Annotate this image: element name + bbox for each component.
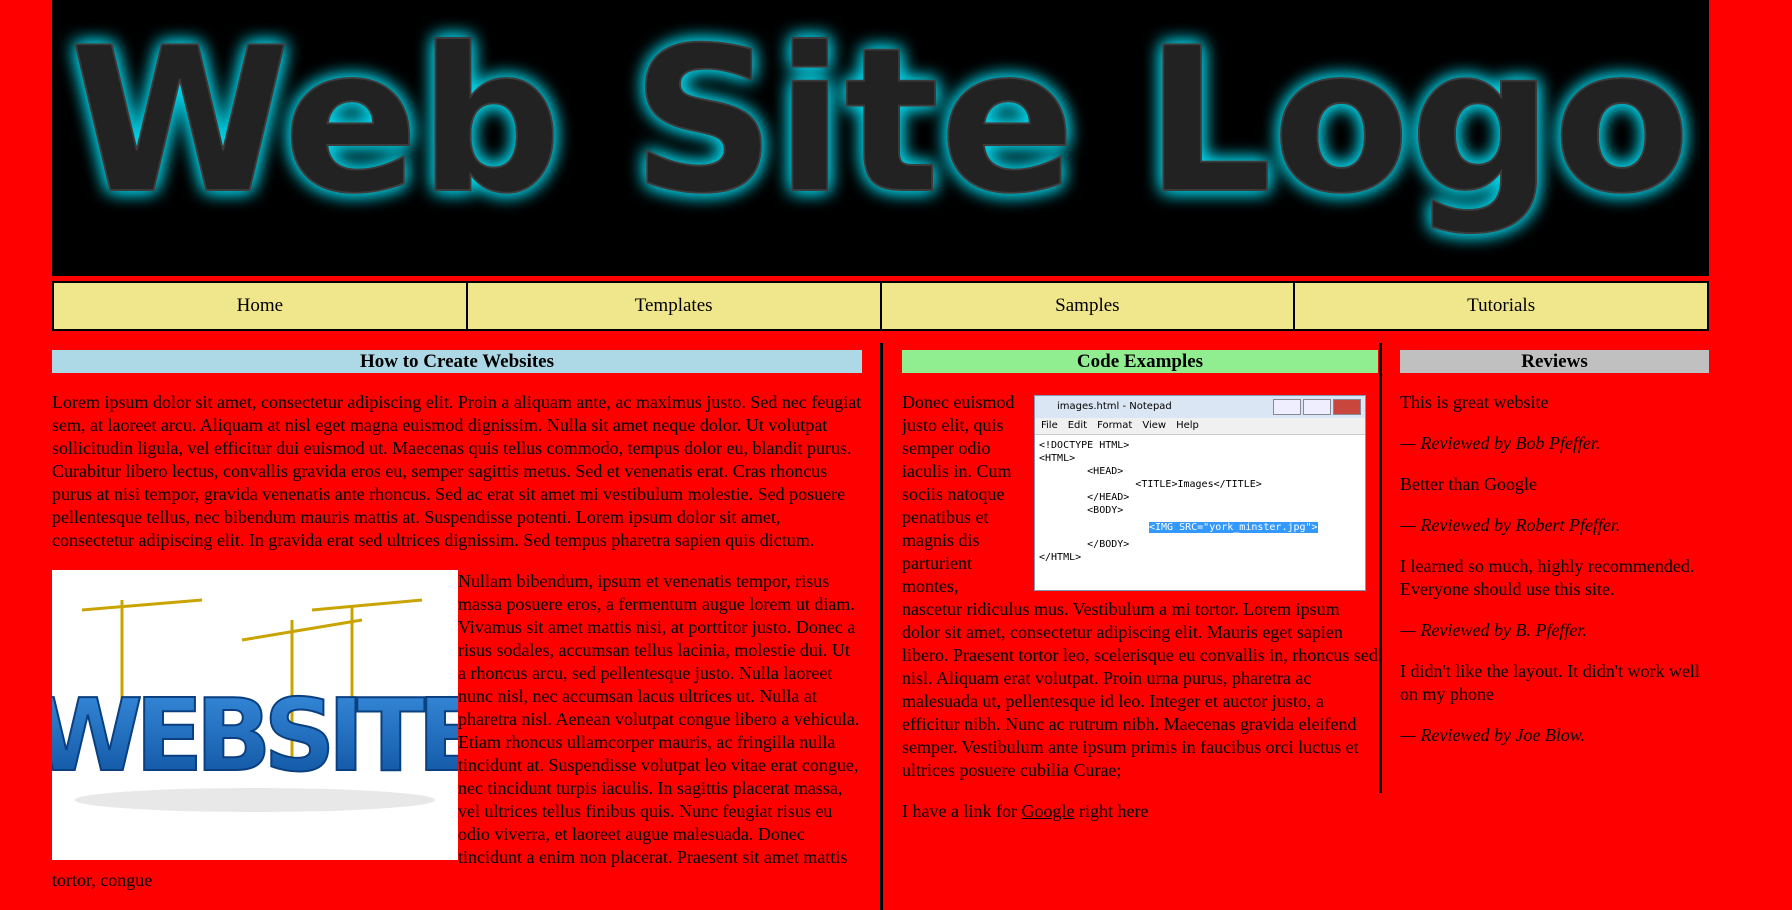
code-examples-column: Code Examples images.html - Notepad File… bbox=[902, 350, 1378, 823]
notepad-title: images.html - Notepad bbox=[1057, 401, 1172, 412]
menu-view: View bbox=[1142, 420, 1167, 431]
review-author: — Reviewed by B. Pfeffer. bbox=[1400, 620, 1587, 640]
review-text: I didn't like the layout. It didn't work… bbox=[1400, 661, 1700, 704]
code-line-highlighted: <IMG SRC="york_minster.jpg"> bbox=[1149, 522, 1318, 533]
nav-item-tutorials[interactable]: Tutorials bbox=[1295, 281, 1709, 331]
review-author: — Reviewed by Robert Pfeffer. bbox=[1400, 515, 1621, 535]
section-heading: Reviews bbox=[1400, 350, 1709, 373]
section-heading: How to Create Websites bbox=[52, 350, 862, 373]
code-line: </HTML> bbox=[1039, 552, 1082, 563]
column-divider bbox=[880, 343, 883, 910]
main-article-column: How to Create Websites Lorem ipsum dolor… bbox=[52, 350, 862, 892]
nav-item-home[interactable]: Home bbox=[52, 281, 468, 331]
article-paragraph: Lorem ipsum dolor sit amet, consectetur … bbox=[52, 392, 862, 550]
code-line: <BODY> bbox=[1039, 505, 1124, 516]
code-line: <HTML> bbox=[1039, 453, 1076, 464]
notepad-code: <!DOCTYPE HTML> <HTML> <HEAD> <TITLE>Imag… bbox=[1035, 435, 1365, 568]
maximize-icon bbox=[1303, 399, 1331, 415]
notepad-menu: File Edit Format View Help bbox=[1035, 418, 1365, 435]
code-line: <HEAD> bbox=[1039, 466, 1124, 477]
image-website-text: WEBSITE bbox=[52, 677, 458, 794]
site-logo-banner: Web Site Logo bbox=[52, 0, 1709, 276]
review-author: — Reviewed by Bob Pfeffer. bbox=[1400, 433, 1601, 453]
review-text: I learned so much, highly recommended. E… bbox=[1400, 556, 1695, 599]
section-heading: Code Examples bbox=[902, 350, 1378, 373]
reviews-column: Reviews This is great website — Reviewed… bbox=[1400, 350, 1709, 747]
code-line: <TITLE>Images</TITLE> bbox=[1039, 479, 1262, 490]
menu-edit: Edit bbox=[1067, 420, 1088, 431]
notepad-titlebar: images.html - Notepad bbox=[1035, 396, 1365, 418]
website-construction-image: WEBSITE bbox=[52, 570, 458, 860]
code-line: <!DOCTYPE HTML> bbox=[1039, 440, 1130, 451]
code-line: </BODY> bbox=[1039, 539, 1130, 550]
link-paragraph: I have a link for Google right here bbox=[902, 801, 1149, 821]
review-text: Better than Google bbox=[1400, 474, 1537, 494]
main-nav: Home Templates Samples Tutorials bbox=[52, 281, 1709, 331]
google-link[interactable]: Google bbox=[1021, 801, 1074, 821]
menu-help: Help bbox=[1176, 420, 1199, 431]
menu-format: Format bbox=[1097, 420, 1133, 431]
menu-file: File bbox=[1041, 420, 1058, 431]
close-icon bbox=[1333, 399, 1361, 415]
nav-item-samples[interactable]: Samples bbox=[881, 281, 1296, 331]
column-divider bbox=[1379, 343, 1382, 793]
logo-graphic: Web Site Logo bbox=[69, 4, 1692, 239]
code-line: </HEAD> bbox=[1039, 492, 1130, 503]
minimize-icon bbox=[1273, 399, 1301, 415]
notepad-screenshot: images.html - Notepad File Edit Format View… bbox=[1034, 395, 1366, 591]
review-author: — Reviewed by Joe Blow. bbox=[1400, 725, 1586, 745]
nav-item-templates[interactable]: Templates bbox=[467, 281, 882, 331]
review-text: This is great website bbox=[1400, 392, 1549, 412]
logo-text: Web Site Logo bbox=[70, 5, 1691, 238]
